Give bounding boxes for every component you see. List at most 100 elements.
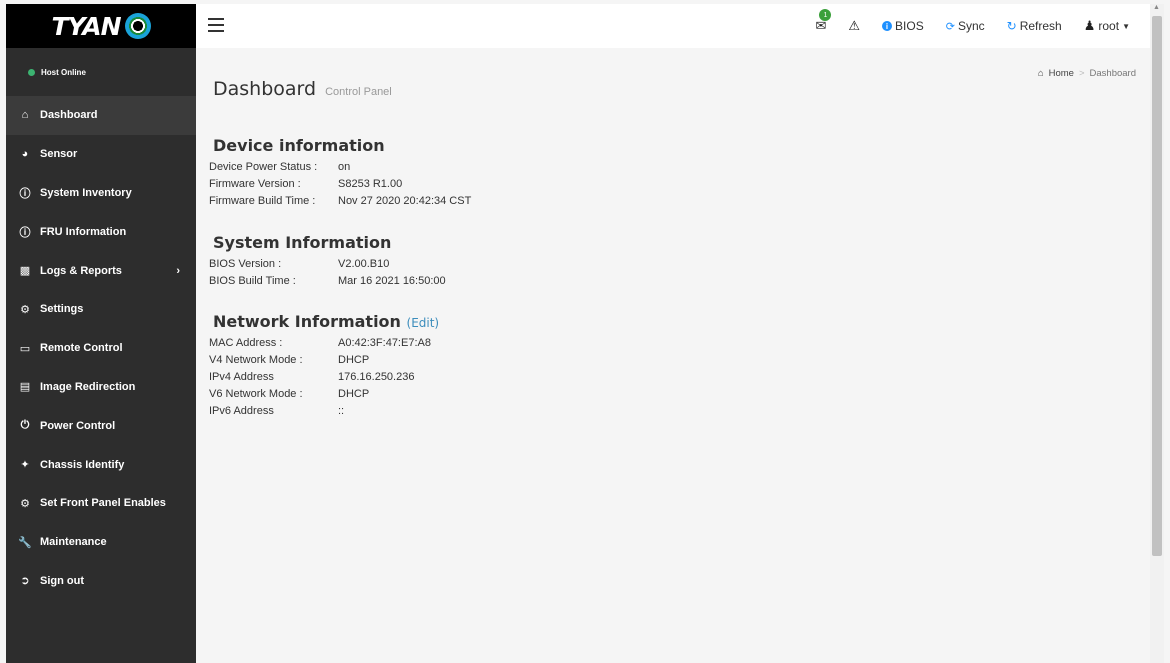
bios-button[interactable]: i BIOS: [882, 19, 924, 33]
sync-button[interactable]: ⟳ Sync: [946, 19, 985, 33]
scroll-up-arrow-icon[interactable]: ▲: [1153, 4, 1160, 11]
info-value: V2.00.B10: [338, 258, 390, 270]
top-bar: ✉ 1 ⚠ i BIOS ⟳ Sync ↻ Refresh ♟ root ▼: [196, 4, 1150, 48]
user-icon: ♟: [1083, 18, 1096, 33]
chevron-right-icon: ›: [176, 264, 180, 277]
info-row: Firmware Build Time : Nov 27 2020 20:42:…: [209, 193, 471, 210]
sidebar-item-label: Dashboard: [40, 109, 98, 122]
notifications-button[interactable]: ✉ 1: [815, 9, 832, 34]
info-row: V4 Network Mode : DHCP: [209, 352, 439, 369]
info-row: BIOS Version : V2.00.B10: [209, 256, 446, 273]
logo-box[interactable]: TYAN: [6, 4, 196, 48]
user-label: root: [1098, 19, 1120, 33]
info-row: IPv4 Address 176.16.250.236: [209, 369, 439, 386]
info-label: Device Power Status :: [209, 161, 318, 173]
sidebar-item-remote-control[interactable]: ▭ Remote Control: [6, 329, 196, 368]
info-circle-icon: ⓘ: [19, 187, 31, 200]
main-content: Dashboard Control Panel ⌂ Home > Dashboa…: [196, 48, 1150, 663]
sidebar-item-label: Sign out: [40, 574, 84, 587]
wrench-icon: ✦: [20, 459, 30, 472]
sidebar-item-label: Logs & Reports: [40, 264, 122, 277]
scrollbar-thumb[interactable]: [1152, 16, 1162, 556]
info-row: Device Power Status : on: [209, 159, 471, 176]
gear-icon: ⚙: [20, 303, 30, 316]
refresh-label: Refresh: [1019, 19, 1062, 33]
dashboard-gauge-icon: ◕: [21, 148, 29, 161]
info-label: BIOS Build Time :: [209, 275, 296, 287]
bar-chart-icon: ▩: [19, 265, 31, 278]
sidebar-item-settings[interactable]: ⚙ Settings: [6, 290, 196, 329]
sidebar-item-power-control[interactable]: ⏻ Power Control: [6, 406, 196, 445]
warning-button[interactable]: ⚠: [848, 18, 860, 34]
info-row: IPv6 Address ::: [209, 403, 439, 420]
home-icon: ⌂: [21, 109, 29, 122]
info-label: BIOS Version :: [209, 258, 282, 270]
sidebar-item-label: Settings: [40, 303, 84, 316]
page-subtitle: Control Panel: [325, 86, 392, 98]
logo-ring-icon: [124, 13, 151, 39]
home-icon: ⌂: [1037, 68, 1044, 79]
info-value: DHCP: [338, 388, 370, 400]
sidebar-item-set-front-panel-enables[interactable]: ⚙ Set Front Panel Enables: [6, 484, 196, 523]
caret-down-icon: ▼: [1122, 21, 1130, 31]
info-icon: i: [882, 21, 893, 31]
logo-text: TYAN: [51, 11, 121, 41]
sidebar-item-label: Maintenance: [40, 536, 107, 549]
sidebar-item-sensor[interactable]: ◕ Sensor: [6, 135, 196, 174]
network-information-section: Network Information (Edit) MAC Address :…: [209, 312, 440, 420]
sidebar-item-label: Set Front Panel Enables: [40, 497, 166, 510]
section-heading: System Information: [213, 233, 392, 252]
info-row: BIOS Build Time : Mar 16 2021 16:50:00: [209, 273, 446, 290]
sidebar-item-sign-out[interactable]: ➲ Sign out: [6, 562, 196, 601]
notification-badge: 1: [819, 9, 832, 21]
sync-icon: ⟳: [945, 20, 955, 33]
breadcrumb-home-link[interactable]: Home: [1049, 68, 1074, 79]
menu-toggle-icon[interactable]: [208, 18, 224, 32]
sidebar-item-system-inventory[interactable]: ⓘ System Inventory: [6, 174, 196, 213]
breadcrumb-current: Dashboard: [1089, 68, 1136, 79]
edit-network-link[interactable]: (Edit): [407, 316, 440, 330]
info-label: Firmware Version :: [209, 178, 301, 190]
info-label: V4 Network Mode :: [209, 354, 303, 366]
sidebar-item-label: FRU Information: [40, 225, 127, 238]
sign-out-icon: ➲: [20, 575, 30, 588]
logo: TYAN: [51, 11, 151, 41]
host-status-label: Host Online: [41, 67, 86, 77]
sidebar-item-label: Image Redirection: [40, 380, 136, 393]
power-icon: ⏻: [20, 419, 30, 432]
page-title: Dashboard: [213, 78, 317, 100]
page-header: Dashboard Control Panel: [213, 78, 392, 100]
sidebar-item-image-redirection[interactable]: ▤ Image Redirection: [6, 368, 196, 407]
sidebar-item-maintenance[interactable]: 🔧 Maintenance: [6, 523, 196, 562]
section-heading-text: Network Information: [213, 312, 401, 331]
refresh-icon: ↻: [1006, 19, 1017, 33]
sync-label: Sync: [957, 19, 985, 33]
sidebar: TYAN Host Online ⌂ Dashboard ◕ Sensor ⓘ …: [6, 4, 196, 663]
info-row: Firmware Version : S8253 R1.00: [209, 176, 471, 193]
warning-icon: ⚠: [848, 18, 861, 33]
bios-label: BIOS: [895, 19, 924, 33]
section-heading: Device information: [213, 136, 385, 155]
top-bar-actions: ✉ 1 ⚠ i BIOS ⟳ Sync ↻ Refresh ♟ root ▼: [815, 4, 1130, 48]
info-value: A0:42:3F:47:E7:A8: [338, 337, 431, 349]
sidebar-item-logs-reports[interactable]: ▩ Logs & Reports ›: [6, 251, 196, 290]
sidebar-item-fru-information[interactable]: ⓘ FRU Information: [6, 212, 196, 251]
host-status: Host Online: [6, 48, 196, 96]
sidebar-item-label: Sensor: [40, 148, 78, 161]
sidebar-item-label: System Inventory: [40, 186, 132, 199]
info-label: MAC Address :: [209, 337, 283, 349]
info-value: Nov 27 2020 20:42:34 CST: [338, 195, 472, 207]
status-dot-icon: [28, 68, 35, 76]
refresh-button[interactable]: ↻ Refresh: [1007, 19, 1062, 33]
user-menu[interactable]: ♟ root ▼: [1084, 18, 1130, 34]
breadcrumb: ⌂ Home > Dashboard: [1038, 68, 1136, 79]
info-value: Mar 16 2021 16:50:00: [338, 275, 446, 287]
vertical-scrollbar[interactable]: ▲: [1150, 4, 1164, 663]
breadcrumb-separator: >: [1078, 68, 1085, 79]
sidebar-item-dashboard[interactable]: ⌂ Dashboard: [6, 96, 196, 135]
info-row: MAC Address : A0:42:3F:47:E7:A8: [209, 335, 439, 352]
info-label: V6 Network Mode :: [209, 388, 303, 400]
monitor-icon: ▭: [19, 342, 31, 355]
sidebar-item-chassis-identify[interactable]: ✦ Chassis Identify: [6, 445, 196, 484]
info-label: IPv6 Address: [209, 405, 274, 417]
